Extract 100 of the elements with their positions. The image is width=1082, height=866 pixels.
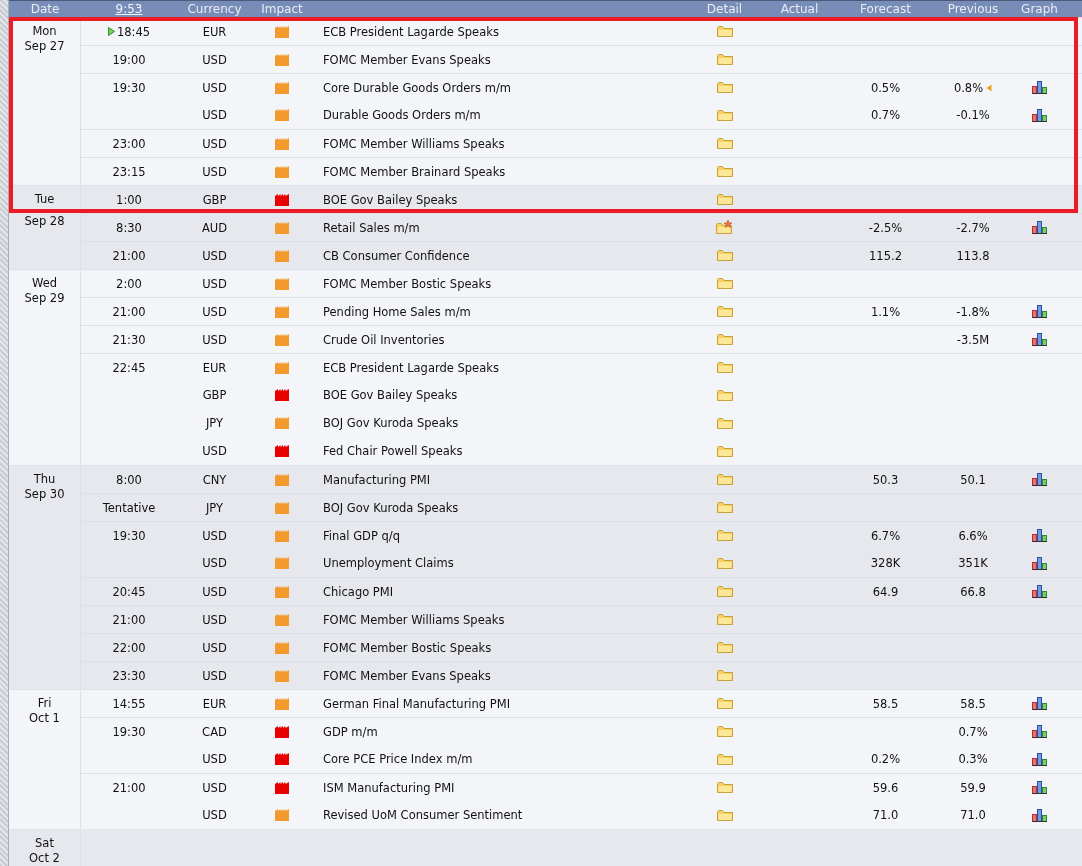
bar-chart-icon[interactable] (1032, 333, 1047, 346)
event-title[interactable]: GDP m/m (323, 724, 378, 739)
folder-icon[interactable] (716, 25, 733, 38)
event-title[interactable]: CB Consumer Confidence (323, 248, 470, 263)
folder-icon[interactable] (716, 669, 733, 682)
column-header: Detail (706, 2, 743, 16)
currency-code: USD (202, 556, 227, 570)
event-title[interactable]: Chicago PMI (323, 584, 394, 599)
folder-icon[interactable] (716, 165, 733, 178)
event-time: 19:30 (112, 80, 146, 95)
folder-icon[interactable] (716, 361, 733, 374)
currency-code: JPY (205, 500, 224, 515)
folder-icon[interactable] (716, 193, 733, 206)
event-title[interactable]: Core PCE Price Index m/m (323, 752, 473, 766)
folder-icon[interactable] (716, 277, 733, 290)
bar-chart-icon[interactable] (1032, 781, 1047, 794)
folder-star-icon[interactable] (715, 220, 734, 235)
event-title[interactable]: Durable Goods Orders m/m (323, 108, 481, 122)
folder-icon[interactable] (716, 388, 733, 402)
folder-icon[interactable] (716, 529, 733, 542)
folder-icon[interactable] (716, 808, 733, 822)
event-title[interactable]: Manufacturing PMI (323, 472, 431, 487)
bar-chart-icon[interactable] (1032, 529, 1047, 542)
event-title[interactable]: FOMC Member Brainard Speaks (323, 164, 506, 179)
bar-chart-icon[interactable] (1032, 221, 1047, 234)
previous-value: 0.8% (953, 80, 984, 95)
folder-icon[interactable] (716, 473, 733, 486)
folder-icon[interactable] (716, 725, 733, 738)
folder-icon[interactable] (716, 305, 733, 318)
column-header: Graph (1021, 2, 1058, 16)
folder-icon[interactable] (716, 333, 733, 346)
folder-icon[interactable] (716, 249, 733, 262)
event-title[interactable]: FOMC Member Williams Speaks (323, 136, 505, 151)
currency-code: USD (202, 248, 227, 263)
currency-code: AUD (201, 220, 228, 235)
event-title[interactable]: ECB President Lagarde Speaks (323, 24, 499, 39)
forecast-value: -2.5% (868, 220, 903, 235)
bar-chart-icon[interactable] (1032, 305, 1047, 318)
event-title[interactable]: Retail Sales m/m (323, 220, 420, 235)
forecast-value: 1.1% (870, 304, 901, 319)
event-title[interactable]: German Final Manufacturing PMI (323, 696, 511, 711)
event-title[interactable]: Crude Oil Inventories (323, 332, 445, 347)
bar-chart-icon[interactable] (1032, 752, 1047, 766)
folder-icon[interactable] (716, 81, 733, 94)
event-title[interactable]: BOJ Gov Kuroda Speaks (323, 500, 459, 515)
previous-value: -3.5M (956, 332, 990, 347)
bar-chart-icon[interactable] (1032, 108, 1047, 122)
folder-icon[interactable] (716, 501, 733, 514)
folder-icon[interactable] (716, 781, 733, 794)
folder-icon[interactable] (716, 613, 733, 626)
currency-code: USD (202, 332, 227, 347)
event-time: 23:30 (112, 668, 146, 683)
folder-icon[interactable] (716, 416, 733, 430)
event-time: 1:00 (116, 192, 142, 207)
currency-code: CNY (202, 472, 227, 487)
event-title[interactable]: BOJ Gov Kuroda Speaks (323, 416, 459, 430)
event-title[interactable]: FOMC Member Evans Speaks (323, 668, 491, 683)
previous-value: 59.9 (960, 780, 986, 795)
folder-icon[interactable] (716, 752, 733, 766)
folder-icon[interactable] (716, 137, 733, 150)
event-title[interactable]: Final GDP q/q (323, 528, 400, 543)
event-title[interactable]: Revised UoM Consumer Sentiment (323, 808, 523, 822)
currency-code: CAD (202, 724, 227, 739)
folder-icon[interactable] (716, 585, 733, 598)
column-header: Date (30, 2, 60, 16)
previous-value: 351K (958, 556, 988, 570)
bar-chart-icon[interactable] (1032, 808, 1047, 822)
folder-icon[interactable] (716, 697, 733, 710)
event-title[interactable]: BOE Gov Bailey Speaks (323, 192, 458, 207)
event-time: 21:00 (112, 304, 146, 319)
event-title[interactable]: Pending Home Sales m/m (323, 304, 471, 319)
folder-icon[interactable] (716, 444, 733, 458)
forecast-value: 0.7% (870, 108, 901, 122)
bar-chart-icon[interactable] (1032, 585, 1047, 598)
event-title[interactable]: Fed Chair Powell Speaks (323, 444, 463, 458)
folder-icon[interactable] (716, 53, 733, 66)
event-title[interactable]: FOMC Member Bostic Speaks (323, 276, 492, 291)
bar-chart-icon[interactable] (1032, 473, 1047, 486)
event-title[interactable]: Unemployment Claims (323, 556, 454, 570)
event-title[interactable]: FOMC Member Bostic Speaks (323, 640, 492, 655)
bar-chart-icon[interactable] (1032, 556, 1047, 570)
currency-code: EUR (202, 24, 227, 39)
forecast-value: 6.7% (870, 528, 901, 543)
event-title[interactable]: BOE Gov Bailey Speaks (323, 388, 458, 402)
event-title[interactable]: Core Durable Goods Orders m/m (323, 80, 511, 95)
day-name: Thu (33, 472, 56, 487)
event-title[interactable]: ISM Manufacturing PMI (323, 780, 455, 795)
event-title[interactable]: FOMC Member Williams Speaks (323, 612, 505, 627)
bar-chart-icon[interactable] (1032, 697, 1047, 710)
event-title[interactable]: FOMC Member Evans Speaks (323, 52, 491, 67)
previous-value: 6.6% (958, 528, 988, 543)
bar-chart-icon[interactable] (1032, 725, 1047, 738)
bar-chart-icon[interactable] (1032, 81, 1047, 94)
folder-icon[interactable] (716, 108, 733, 122)
folder-icon[interactable] (716, 641, 733, 654)
folder-icon[interactable] (716, 556, 733, 570)
event-title[interactable]: ECB President Lagarde Speaks (323, 360, 499, 375)
previous-value: -0.1% (956, 108, 990, 122)
forecast-value: 50.3 (872, 472, 899, 487)
event-time: 19:30 (112, 528, 146, 543)
